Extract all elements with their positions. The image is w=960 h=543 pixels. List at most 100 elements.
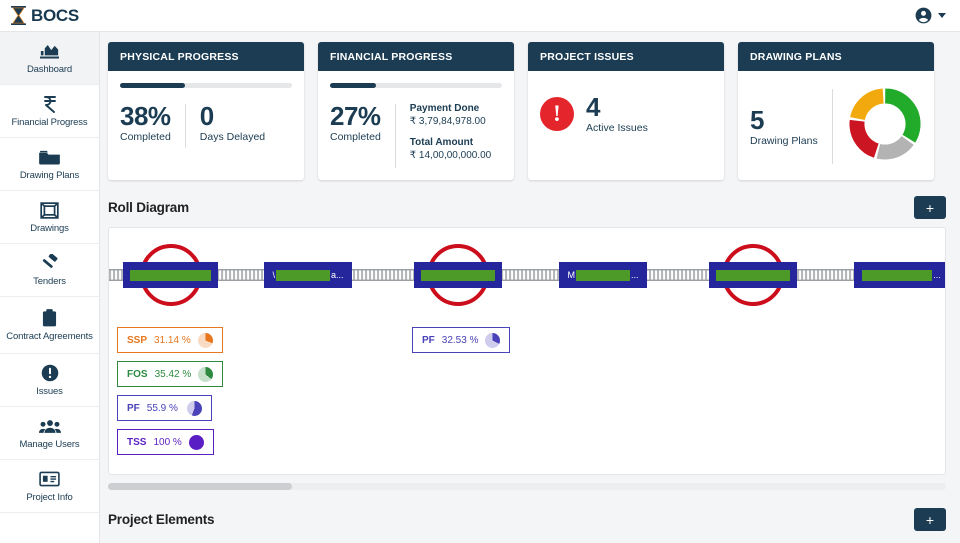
kpi-card-financial-progress[interactable]: FINANCIAL PROGRESS 27% Completed Payment… [318,42,514,180]
sidebar-item-issues[interactable]: Issues [0,354,99,407]
roll-diagram-title: Roll Diagram [108,200,189,215]
sidebar-item-label: Dashboard [26,63,73,75]
roll-diagram-legend-chip[interactable]: TSS 100 % [117,429,214,455]
sidebar-item-label: Financial Progress [11,116,88,128]
chip-pie-icon [188,434,204,450]
kpi-card-physical-progress[interactable]: PHYSICAL PROGRESS 38% Completed 0 Days D… [108,42,304,180]
physical-percent-label: Completed [120,131,171,143]
chip-pie-icon [187,400,202,416]
drawing-plans-count: 5 [750,105,764,135]
roll-diagram-header: Roll Diagram + [100,180,960,227]
sidebar-item-dashboard[interactable]: Dashboard [0,32,99,85]
card-title: FINANCIAL PROGRESS [318,42,514,71]
station-label-redacted [716,269,790,281]
drawing-plans-label: Drawing Plans [750,135,818,147]
roll-diagram-station[interactable]: \ a... [264,262,352,288]
divider [394,104,396,168]
chip-pie-icon [197,332,213,348]
payment-done-label: Payment Done [409,103,480,114]
account-circle-icon[interactable] [914,6,933,25]
donut-chart-icon [848,87,922,166]
financial-progress-bar [330,83,502,88]
total-amount-label: Total Amount [409,137,474,148]
brand-logo[interactable]: BOCS [0,6,79,26]
kpi-card-row: PHYSICAL PROGRESS 38% Completed 0 Days D… [100,32,960,180]
card-body: 27% Completed Payment Done ₹ 3,79,84,978… [318,71,514,180]
roll-diagram-station[interactable] [709,262,797,288]
folder-icon [39,148,60,167]
sidebar: Dashboard Financial Progress Drawing Pla… [0,32,100,543]
roll-diagram-station[interactable] [123,262,218,288]
divider [831,89,833,164]
active-issues-label: Active Issues [586,122,648,134]
physical-percent-value: 38% [120,101,171,131]
chevron-down-icon[interactable] [938,13,946,18]
sidebar-item-label: Drawings [30,222,69,234]
chip-code: TSS [127,436,147,448]
app-root: BOCS Dashboard Financial Progress Drawin… [0,0,960,543]
station-label-suffix: ... [933,270,941,280]
chip-value: 31.14 % [154,334,191,346]
kpi-card-drawing-plans[interactable]: DRAWING PLANS 5 Drawing Plans [738,42,934,180]
active-issues-count: 4 [586,92,600,122]
kpi-card-project-issues[interactable]: PROJECT ISSUES ! 4 Active Issues [528,42,724,180]
physical-progress-fill [120,83,186,88]
main-content: PHYSICAL PROGRESS 38% Completed 0 Days D… [100,32,960,543]
station-label-redacted [130,269,211,281]
sidebar-item-drawing-plans[interactable]: Drawing Plans [0,138,99,191]
financial-amounts: Payment Done ₹ 3,79,84,978.00 Total Amou… [410,102,491,170]
sidebar-item-label: Contract Agreements [6,330,93,342]
rupee-icon [43,95,57,114]
drawing-plans-stat: 5 Drawing Plans [750,106,832,147]
roll-diagram-station[interactable]: ... [854,262,945,288]
roll-diagram-legend-chip[interactable]: PF 55.9 % [117,395,212,421]
exclamation-circle-icon [41,364,59,383]
users-group-icon [38,417,61,436]
sidebar-item-tenders[interactable]: Tenders [0,244,99,297]
physical-progress-bar [120,83,292,88]
payment-done-value: ₹ 3,79,84,978.00 [409,116,486,127]
brand-name: BOCS [31,5,79,25]
financial-percent-stat: 27% Completed [330,102,395,143]
sidebar-item-financial-progress[interactable]: Financial Progress [0,85,99,138]
roll-diagram-legend-chip[interactable]: FOS 35.42 % [117,361,224,387]
financial-percent-value: 27% [330,101,381,131]
sidebar-item-drawings[interactable]: Drawings [0,191,99,244]
station-label-prefix: M [567,270,575,280]
total-amount-value: ₹ 14,00,00,000.00 [409,150,492,161]
chart-bar-icon [40,42,59,61]
days-delayed-label: Days Delayed [199,131,266,143]
roll-diagram-legend-chip[interactable]: PF 32.53 % [412,327,511,353]
project-elements-title: Project Elements [108,512,215,527]
card-body: 38% Completed 0 Days Delayed [108,71,304,180]
roll-diagram-station[interactable]: M... [559,262,647,288]
sidebar-item-label: Issues [36,385,63,397]
physical-percent-stat: 38% Completed [120,102,185,143]
id-card-icon [39,470,60,489]
top-bar: BOCS [0,0,960,32]
add-project-element-button[interactable]: + [914,508,946,531]
roll-diagram-station[interactable] [414,262,502,288]
scrollbar-thumb[interactable] [108,483,293,490]
days-delayed-value: 0 [199,101,214,131]
card-title: DRAWING PLANS [738,42,934,71]
chip-code: PF [127,402,140,414]
roll-diagram-legend-chip[interactable]: SSP 31.14 % [117,327,223,353]
account-menu[interactable] [914,6,960,25]
sidebar-item-project-info[interactable]: Project Info [0,460,99,513]
drawing-frame-icon [40,201,59,220]
active-issues-stat: 4 Active Issues [586,93,662,134]
card-title: PHYSICAL PROGRESS [108,42,304,71]
station-label-redacted [276,269,330,281]
station-label-suffix: a... [331,270,344,280]
station-label-suffix: ... [630,270,639,280]
sidebar-item-label: Manage Users [19,438,80,450]
add-roll-diagram-button[interactable]: + [914,196,946,219]
roll-diagram-scrollbar[interactable] [108,483,946,490]
sidebar-item-manage-users[interactable]: Manage Users [0,407,99,460]
roll-diagram-panel[interactable]: \ a... M...... SSP 31.14 % FOS 35.42 % PF 55.9 %… [108,227,946,475]
sidebar-item-contract-agreements[interactable]: Contract Agreements [0,297,99,354]
divider [184,104,186,148]
chip-code: SSP [127,334,148,346]
roll-diagram-canvas[interactable]: \ a... M...... SSP 31.14 % FOS 35.42 % PF 55.9 %… [109,228,945,474]
